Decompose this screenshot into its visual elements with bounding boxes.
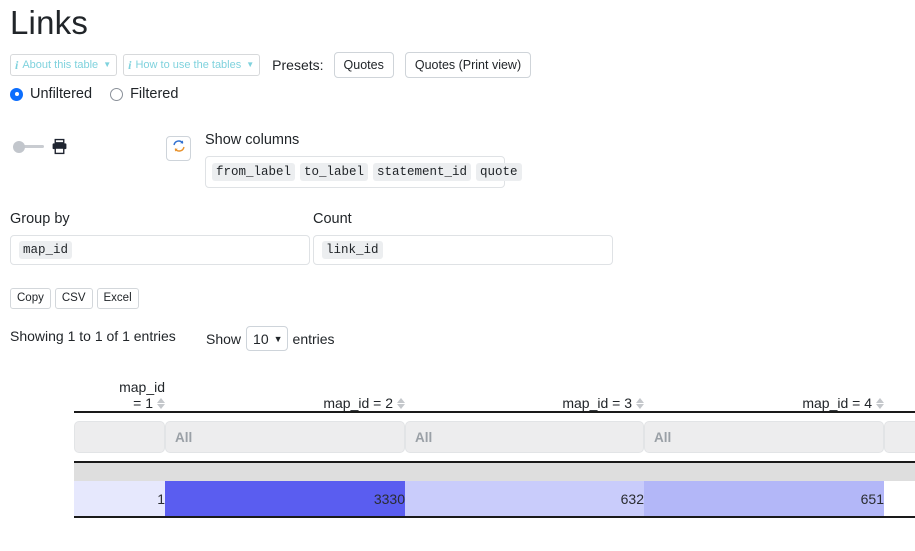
column-chip-to-label[interactable]: to_label (300, 163, 368, 181)
group-by-field[interactable]: map_id (10, 235, 310, 265)
print-toggle[interactable] (13, 141, 44, 153)
show-columns-field[interactable]: from_label to_label statement_id quote (205, 156, 505, 188)
table-header-row: map_id= 1 map_id = 2 map_id = 3 map_id =… (74, 362, 915, 412)
filter-cell-map-id-2: All (165, 412, 405, 462)
column-chip-statement-id[interactable]: statement_id (373, 163, 471, 181)
links-page: Links i About this table ▼ i How to use … (0, 0, 915, 551)
showing-entries-text: Showing 1 to 1 of 1 entries (10, 328, 176, 344)
filter-input-map-id-3[interactable]: All (405, 421, 644, 453)
page-size-select[interactable]: 10 ▼ (246, 326, 288, 351)
radio-unfiltered-label: Unfiltered (30, 86, 92, 102)
column-header-label: map_id = 3 (562, 395, 632, 411)
column-chip-from-label[interactable]: from_label (212, 163, 295, 181)
filter-cell-overflow (884, 412, 915, 462)
filter-input-map-id-2[interactable]: All (165, 421, 405, 453)
show-columns-label: Show columns (205, 132, 299, 148)
count-chip-link-id[interactable]: link_id (322, 241, 383, 259)
group-by-label: Group by (10, 211, 70, 227)
sort-arrows-icon[interactable] (876, 398, 884, 410)
entries-control: Show 10 ▼ entries (206, 326, 335, 351)
copy-button[interactable]: Copy (10, 288, 51, 309)
sort-arrows-icon[interactable] (636, 398, 644, 410)
radio-filtered-label: Filtered (130, 86, 178, 102)
refresh-icon (172, 139, 186, 158)
excel-button[interactable]: Excel (97, 288, 139, 309)
export-buttons: Copy CSV Excel (10, 288, 139, 309)
spacer-cell (405, 462, 644, 481)
sort-arrows-icon[interactable] (397, 398, 405, 410)
preset-quotes-print-view-button[interactable]: Quotes (Print view) (405, 52, 531, 78)
about-this-table-badge[interactable]: i About this table ▼ (10, 54, 117, 76)
filter-cell-map-id-3: All (405, 412, 644, 462)
filter-cell-map-id-4: All (644, 412, 884, 462)
cell-map-id-3: 632 (405, 481, 644, 517)
table-spacer-row (74, 462, 915, 481)
filter-mode-radio-group: Unfiltered Filtered (10, 86, 178, 102)
column-header-map-id-4[interactable]: map_id = 4 (644, 362, 884, 412)
preset-quotes-button[interactable]: Quotes (334, 52, 394, 78)
toggle-knob[interactable] (13, 141, 25, 153)
chevron-down-icon: ▼ (246, 59, 254, 71)
column-header-label: map_id = 4 (802, 395, 872, 411)
filter-input-overflow[interactable] (884, 421, 915, 453)
presets-label: Presets: (272, 57, 323, 73)
column-header-map-id-2[interactable]: map_id = 2 (165, 362, 405, 412)
page-size-value: 10 (253, 331, 269, 347)
chevron-down-icon: ▼ (103, 59, 111, 71)
radio-filtered-dot[interactable] (110, 88, 123, 101)
spacer-cell (644, 462, 884, 481)
column-header-label: map_id = 2 (323, 395, 393, 411)
radio-unfiltered[interactable]: Unfiltered (10, 86, 92, 102)
how-to-use-the-tables-label: How to use the tables (135, 59, 241, 71)
results-table: map_id= 1 map_id = 2 map_id = 3 map_id =… (74, 362, 915, 518)
column-chip-quote[interactable]: quote (476, 163, 522, 181)
radio-filtered[interactable]: Filtered (110, 86, 178, 102)
table-row: 1 3330 632 651 (74, 481, 915, 517)
spacer-cell (165, 462, 405, 481)
about-this-table-label: About this table (22, 59, 98, 71)
how-to-use-the-tables-badge[interactable]: i How to use the tables ▼ (123, 54, 260, 76)
printer-icon[interactable] (51, 138, 68, 155)
page-title: Links (10, 2, 88, 44)
table-filter-row: All All All (74, 412, 915, 462)
csv-button[interactable]: CSV (55, 288, 93, 309)
filter-input-map-id-1[interactable] (74, 421, 165, 453)
filter-input-map-id-4[interactable]: All (644, 421, 884, 453)
info-icon: i (128, 59, 132, 71)
print-toggle-group (13, 138, 68, 155)
spacer-cell (74, 462, 165, 481)
cell-map-id-1: 1 (74, 481, 165, 517)
sort-arrows-icon[interactable] (157, 398, 165, 410)
chevron-down-icon: ▼ (274, 334, 283, 344)
results-table-wrapper: map_id= 1 map_id = 2 map_id = 3 map_id =… (74, 362, 915, 518)
column-header-map-id-1[interactable]: map_id= 1 (74, 362, 165, 412)
refresh-button[interactable] (166, 136, 191, 161)
show-label: Show (206, 331, 241, 347)
column-header-overflow[interactable] (884, 362, 915, 412)
group-by-chip-map-id[interactable]: map_id (19, 241, 72, 259)
cell-overflow (884, 481, 915, 517)
radio-unfiltered-dot[interactable] (10, 88, 23, 101)
info-and-presets-row: i About this table ▼ i How to use the ta… (10, 52, 531, 78)
count-field[interactable]: link_id (313, 235, 613, 265)
entries-label: entries (293, 331, 335, 347)
info-icon: i (15, 59, 19, 71)
column-header-map-id-3[interactable]: map_id = 3 (405, 362, 644, 412)
cell-map-id-2: 3330 (165, 481, 405, 517)
count-label: Count (313, 211, 352, 227)
filter-cell-map-id-1 (74, 412, 165, 462)
spacer-cell (884, 462, 915, 481)
cell-map-id-4: 651 (644, 481, 884, 517)
